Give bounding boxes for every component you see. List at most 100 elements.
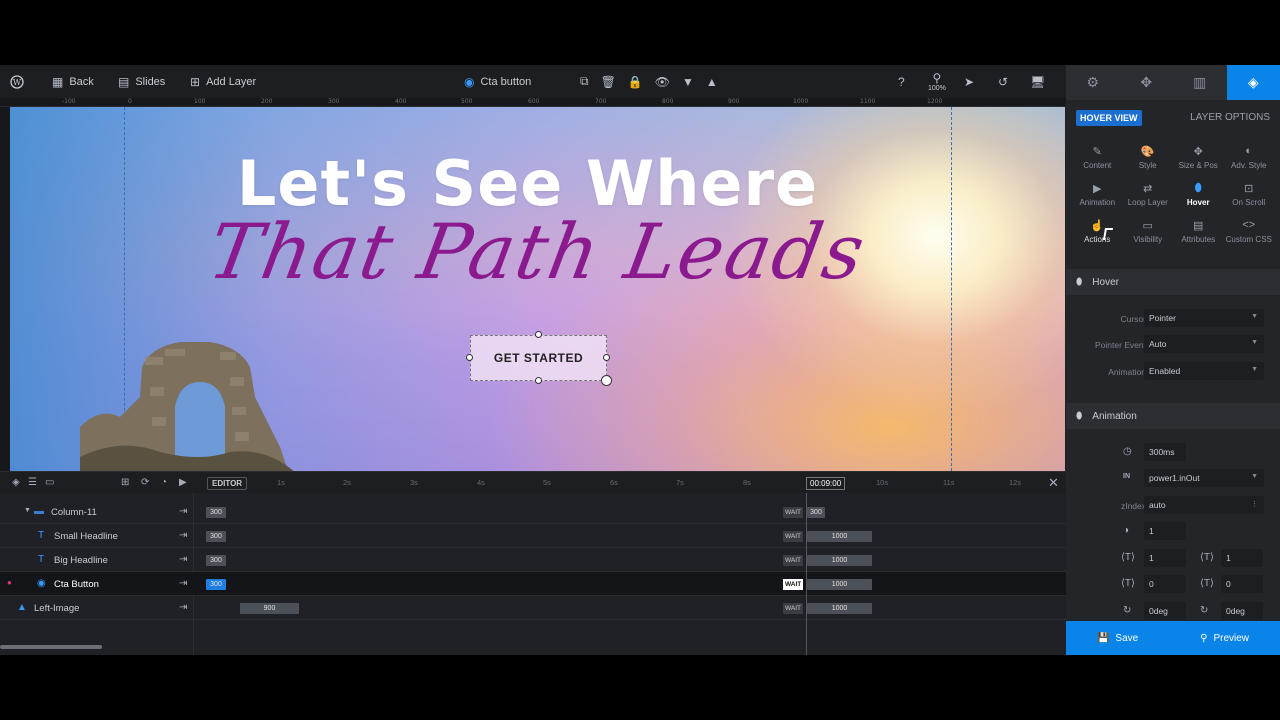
zoom-control[interactable]: ⚲ 100%	[928, 65, 946, 98]
timing-chip[interactable]: 300	[206, 507, 226, 518]
collapse-icon[interactable]: ⇥	[179, 506, 187, 517]
timing-chip[interactable]: 1000	[807, 555, 872, 566]
slide-canvas[interactable]: Let's See Where That Path Leads GET STAR…	[10, 107, 1065, 471]
resize-handle[interactable]	[603, 354, 610, 361]
rotate-y-input[interactable]: 0deg	[1221, 602, 1263, 620]
timeline-row-column[interactable]: ▼ ▬ Column-11 ⇥ 300 WAIT 300	[0, 500, 1066, 524]
hover-view-badge[interactable]: HOVER VIEW	[1076, 110, 1142, 126]
scale-x-input[interactable]: 1	[1144, 549, 1186, 567]
option-size-pos[interactable]: ✥ Size & Pos	[1173, 145, 1224, 173]
section-title: Animation	[1092, 410, 1137, 422]
timing-chip[interactable]: 300	[206, 579, 226, 590]
slide-settings-tab[interactable]: ▥	[1173, 65, 1227, 100]
list-icon[interactable]: ☰	[28, 477, 37, 488]
duplicate-icon[interactable]: ⧉	[580, 74, 589, 89]
rotate-x-input[interactable]: 0deg	[1144, 602, 1186, 620]
layer-settings-tab[interactable]: ◈	[1226, 65, 1280, 100]
rotation-row: ↻ 0deg ↻ 0deg	[1066, 602, 1280, 622]
current-time[interactable]: 00:09:00	[806, 477, 846, 490]
option-on-scroll[interactable]: ⊡ On Scroll	[1224, 182, 1275, 210]
cta-button[interactable]: GET STARTED	[470, 335, 607, 381]
playhead-line[interactable]	[806, 493, 807, 655]
zindex-input[interactable]: auto ⋮	[1144, 496, 1264, 514]
resize-handle[interactable]	[535, 331, 542, 338]
duration-input[interactable]: 300ms	[1144, 443, 1186, 461]
back-button[interactable]: ▦ Back	[52, 65, 94, 98]
option-attributes[interactable]: ▤ Attributes	[1173, 219, 1224, 247]
collapse-icon[interactable]: ⇥	[179, 530, 187, 541]
play-icon[interactable]: ▶	[179, 477, 187, 488]
undo-icon[interactable]: ↺	[998, 65, 1008, 98]
option-adv-style[interactable]: ◐ Adv. Style	[1224, 145, 1275, 173]
resize-handle[interactable]	[466, 354, 473, 361]
rotate-handle-icon[interactable]	[601, 375, 612, 386]
timeline-row-cta-button[interactable]: ● ◉ Cta Button ⇥ 300 WAIT 1000	[0, 572, 1066, 596]
speed-icon[interactable]: ◔	[161, 477, 167, 488]
option-loop-layer[interactable]: ⇄ Loop Layer	[1123, 182, 1174, 210]
selected-layer[interactable]: ◉ Cta button	[464, 65, 531, 98]
timing-chip[interactable]: 1000	[807, 603, 872, 614]
arrow-down-icon[interactable]: ▼	[682, 75, 694, 89]
preview-button[interactable]: ⚲ Preview	[1200, 633, 1249, 644]
option-label: Animation	[1079, 198, 1116, 207]
animation-select[interactable]: Enabled ▼	[1144, 362, 1264, 380]
palette-icon: 🎨	[1140, 146, 1155, 158]
collapse-icon[interactable]: ⇥	[179, 602, 187, 613]
editor-tab[interactable]: EDITOR	[207, 477, 248, 490]
folder-icon[interactable]: ▭	[45, 477, 54, 488]
option-custom-css[interactable]: <> Custom CSS	[1224, 219, 1275, 247]
add-layer-button[interactable]: ⊞ Add Layer	[190, 65, 256, 98]
collapse-icon[interactable]: ⇥	[179, 554, 187, 565]
timing-chip[interactable]: 1000	[807, 579, 872, 590]
animation-section-header[interactable]: ⬮ Animation	[1066, 403, 1280, 429]
navigation-tab[interactable]: ✥	[1120, 65, 1174, 100]
opacity-input[interactable]: 1	[1144, 522, 1186, 540]
chevron-down-icon[interactable]: ▼	[24, 507, 31, 514]
horizontal-scrollbar[interactable]	[0, 645, 102, 649]
option-visibility[interactable]: ▭ Visibility	[1123, 219, 1174, 247]
skew-x-input[interactable]: 0	[1144, 575, 1186, 593]
loop-icon[interactable]: ⟳	[141, 477, 149, 488]
cursor-icon[interactable]: ➤	[964, 65, 974, 98]
timing-chip[interactable]: 1000	[807, 531, 872, 542]
pointer-event-select[interactable]: Auto ▼	[1144, 335, 1264, 353]
preview-label: Preview	[1213, 632, 1250, 644]
close-icon[interactable]: ✕	[1048, 475, 1059, 491]
timeline-row-left-image[interactable]: ▲ Left-Image ⇥ 900 WAIT 1000	[0, 596, 1066, 620]
layers-icon[interactable]: ◈	[12, 477, 20, 488]
trash-icon[interactable]: 🗑	[601, 75, 616, 89]
resize-handle[interactable]	[535, 377, 542, 384]
scale-y-input[interactable]: 1	[1221, 549, 1263, 567]
hover-section-header[interactable]: ⬮ Hover	[1066, 269, 1280, 295]
small-headline[interactable]: That Path Leads	[10, 207, 1065, 296]
timeline-row-big-headline[interactable]: T Big Headline ⇥ 300 WAIT 1000	[0, 548, 1066, 572]
option-content[interactable]: ✎ Content	[1072, 145, 1123, 173]
option-label: Style	[1138, 161, 1157, 170]
desktop-icon[interactable]: 🖥	[1030, 65, 1045, 98]
grid-view-icon[interactable]: ⊞	[121, 477, 129, 488]
option-style[interactable]: 🎨 Style	[1123, 145, 1174, 173]
stone-arch-image[interactable]	[80, 337, 300, 471]
skew-y-input[interactable]: 0	[1221, 575, 1263, 593]
timing-chip[interactable]: 900	[240, 603, 299, 614]
save-button[interactable]: 💾 Save	[1097, 633, 1138, 644]
option-actions[interactable]: ☝ Actions	[1072, 219, 1123, 247]
timeline-row-small-headline[interactable]: T Small Headline ⇥ 300 WAIT 1000	[0, 524, 1066, 548]
cursor-select[interactable]: Pointer ▼	[1144, 309, 1264, 327]
lock-icon[interactable]: 🔒	[628, 75, 643, 89]
arrow-up-icon[interactable]: ▲	[706, 75, 718, 89]
timing-chip[interactable]: 300	[807, 507, 825, 518]
ruler-mark: 0	[128, 98, 132, 105]
collapse-icon[interactable]: ⇥	[179, 578, 187, 589]
timing-chip[interactable]: 300	[206, 531, 226, 542]
slider-settings-tab[interactable]: ⚙	[1066, 65, 1120, 100]
option-animation[interactable]: ▶ Animation	[1072, 182, 1123, 210]
eye-icon[interactable]: 👁	[655, 75, 670, 89]
slides-button[interactable]: ▤ Slides	[118, 65, 165, 98]
add-layer-icon: ⊞	[190, 74, 201, 89]
timing-chip[interactable]: 300	[206, 555, 226, 566]
easing-select[interactable]: power1.inOut ▼	[1144, 469, 1264, 487]
option-hover[interactable]: ⬮ Hover	[1173, 182, 1224, 210]
help-icon[interactable]: ?	[898, 65, 905, 98]
wordpress-logo-icon[interactable]: W	[10, 65, 24, 98]
